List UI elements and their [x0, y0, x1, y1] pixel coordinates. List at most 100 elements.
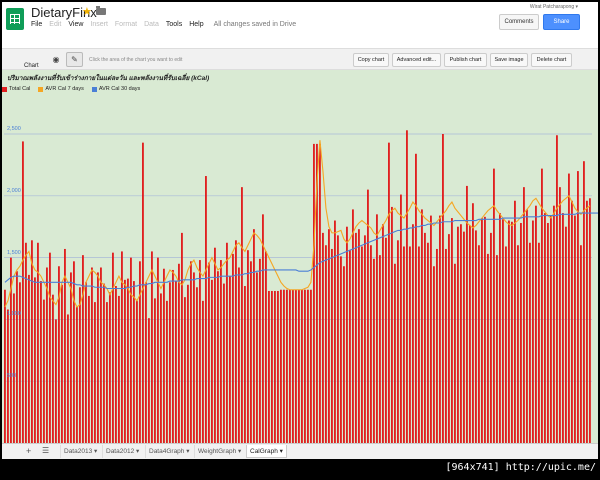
bar-total-cal[interactable] — [526, 209, 528, 443]
bar-total-cal[interactable] — [238, 267, 240, 443]
bar-total-cal[interactable] — [118, 295, 120, 443]
publish-chart-button[interactable]: Publish chart — [444, 53, 487, 67]
bar-total-cal[interactable] — [142, 142, 144, 443]
bar-total-cal[interactable] — [106, 302, 108, 443]
bar-total-cal[interactable] — [466, 185, 468, 443]
bar-total-cal[interactable] — [19, 282, 21, 443]
bar-total-cal[interactable] — [25, 242, 27, 443]
sheet-tab-weightgraph[interactable]: WeightGraph ▾ — [194, 445, 244, 458]
bar-total-cal[interactable] — [202, 300, 204, 443]
sheet-tab-data2013[interactable]: Data2013 ▾ — [60, 445, 100, 458]
bar-total-cal[interactable] — [427, 242, 429, 443]
star-icon[interactable]: ★ — [82, 5, 92, 18]
bar-total-cal[interactable] — [517, 245, 519, 443]
bar-total-cal[interactable] — [583, 161, 585, 443]
bar-total-cal[interactable] — [70, 272, 72, 443]
bar-total-cal[interactable] — [565, 226, 567, 443]
bar-total-cal[interactable] — [265, 251, 267, 443]
bar-total-cal[interactable] — [505, 246, 507, 443]
bar-total-cal[interactable] — [400, 194, 402, 443]
bar-total-cal[interactable] — [160, 293, 162, 443]
bar-total-cal[interactable] — [379, 255, 381, 443]
bar-total-cal[interactable] — [235, 240, 237, 443]
bar-total-cal[interactable] — [538, 242, 540, 443]
bar-total-cal[interactable] — [331, 248, 333, 443]
sheet-tab-data4graph[interactable]: Data4Graph ▾ — [145, 445, 193, 458]
bar-total-cal[interactable] — [535, 205, 537, 443]
bar-total-cal[interactable] — [133, 281, 135, 443]
bar-total-cal[interactable] — [493, 168, 495, 443]
bar-total-cal[interactable] — [388, 142, 390, 443]
legend-item-avr30[interactable]: AVR Cal 30 days — [91, 86, 140, 92]
bar-total-cal[interactable] — [484, 216, 486, 443]
bar-total-cal[interactable] — [205, 176, 207, 443]
bar-total-cal[interactable] — [586, 200, 588, 443]
bar-total-cal[interactable] — [268, 290, 270, 443]
bar-total-cal[interactable] — [157, 257, 159, 443]
bar-total-cal[interactable] — [190, 261, 192, 443]
bar-total-cal[interactable] — [421, 209, 423, 443]
bar-total-cal[interactable] — [298, 289, 300, 443]
bar-total-cal[interactable] — [262, 214, 264, 443]
bar-total-cal[interactable] — [88, 295, 90, 443]
bar-total-cal[interactable] — [82, 255, 84, 443]
bar-total-cal[interactable] — [223, 283, 225, 443]
bar-total-cal[interactable] — [334, 220, 336, 443]
legend-item-total[interactable]: Total Cal — [2, 86, 30, 92]
bar-total-cal[interactable] — [46, 267, 48, 443]
chevron-down-icon[interactable]: ▾ — [236, 448, 241, 455]
bar-total-cal[interactable] — [574, 215, 576, 443]
bar-total-cal[interactable] — [67, 314, 69, 443]
bar-total-cal[interactable] — [430, 215, 432, 443]
bar-total-cal[interactable] — [337, 235, 339, 443]
menu-tools[interactable]: Tools — [166, 21, 182, 28]
bar-total-cal[interactable] — [310, 289, 312, 443]
bar-total-cal[interactable] — [103, 283, 105, 443]
bar-total-cal[interactable] — [274, 290, 276, 443]
bar-total-cal[interactable] — [442, 134, 444, 443]
sheet-tab-calgraph[interactable]: CalGraph ▾ — [246, 445, 287, 458]
bar-total-cal[interactable] — [112, 252, 114, 443]
menu-data[interactable]: Data — [144, 21, 159, 28]
bar-total-cal[interactable] — [184, 297, 186, 443]
bar-total-cal[interactable] — [340, 256, 342, 443]
bar-total-cal[interactable] — [31, 240, 33, 443]
bar-total-cal[interactable] — [424, 232, 426, 443]
bar-total-cal[interactable] — [562, 213, 564, 443]
bar-total-cal[interactable] — [307, 289, 309, 443]
menu-edit[interactable]: Edit — [49, 21, 61, 28]
bar-total-cal[interactable] — [328, 229, 330, 443]
bar-total-cal[interactable] — [361, 246, 363, 443]
bar-total-cal[interactable] — [277, 290, 279, 443]
bar-total-cal[interactable] — [475, 230, 477, 443]
bar-total-cal[interactable] — [571, 200, 573, 443]
bar-total-cal[interactable] — [472, 203, 474, 443]
bar-total-cal[interactable] — [355, 232, 357, 443]
bar-total-cal[interactable] — [460, 224, 462, 443]
bar-total-cal[interactable] — [457, 226, 459, 443]
legend-item-avr7[interactable]: AVR Cal 7 days — [38, 86, 84, 92]
bar-total-cal[interactable] — [322, 232, 324, 443]
bar-total-cal[interactable] — [229, 276, 231, 443]
folder-icon[interactable] — [96, 6, 106, 15]
bar-total-cal[interactable] — [391, 206, 393, 443]
bar-total-cal[interactable] — [151, 251, 153, 443]
bar-total-cal[interactable] — [250, 261, 252, 443]
bar-total-cal[interactable] — [181, 232, 183, 443]
bar-total-cal[interactable] — [349, 250, 351, 443]
bar-total-cal[interactable] — [364, 235, 366, 443]
eye-icon[interactable]: ◉ — [49, 53, 63, 66]
add-sheet-icon[interactable]: + — [26, 446, 31, 456]
bar-total-cal[interactable] — [169, 282, 171, 443]
bar-total-cal[interactable] — [367, 189, 369, 443]
bar-total-cal[interactable] — [463, 231, 465, 443]
bar-total-cal[interactable] — [325, 245, 327, 443]
bar-total-cal[interactable] — [373, 258, 375, 443]
bar-total-cal[interactable] — [547, 222, 549, 443]
bar-total-cal[interactable] — [76, 307, 78, 443]
advanced-edit-button[interactable]: Advanced edit... — [392, 53, 441, 67]
bar-total-cal[interactable] — [376, 214, 378, 443]
bar-total-cal[interactable] — [439, 215, 441, 443]
bar-total-cal[interactable] — [61, 284, 63, 443]
bar-total-cal[interactable] — [163, 268, 165, 443]
